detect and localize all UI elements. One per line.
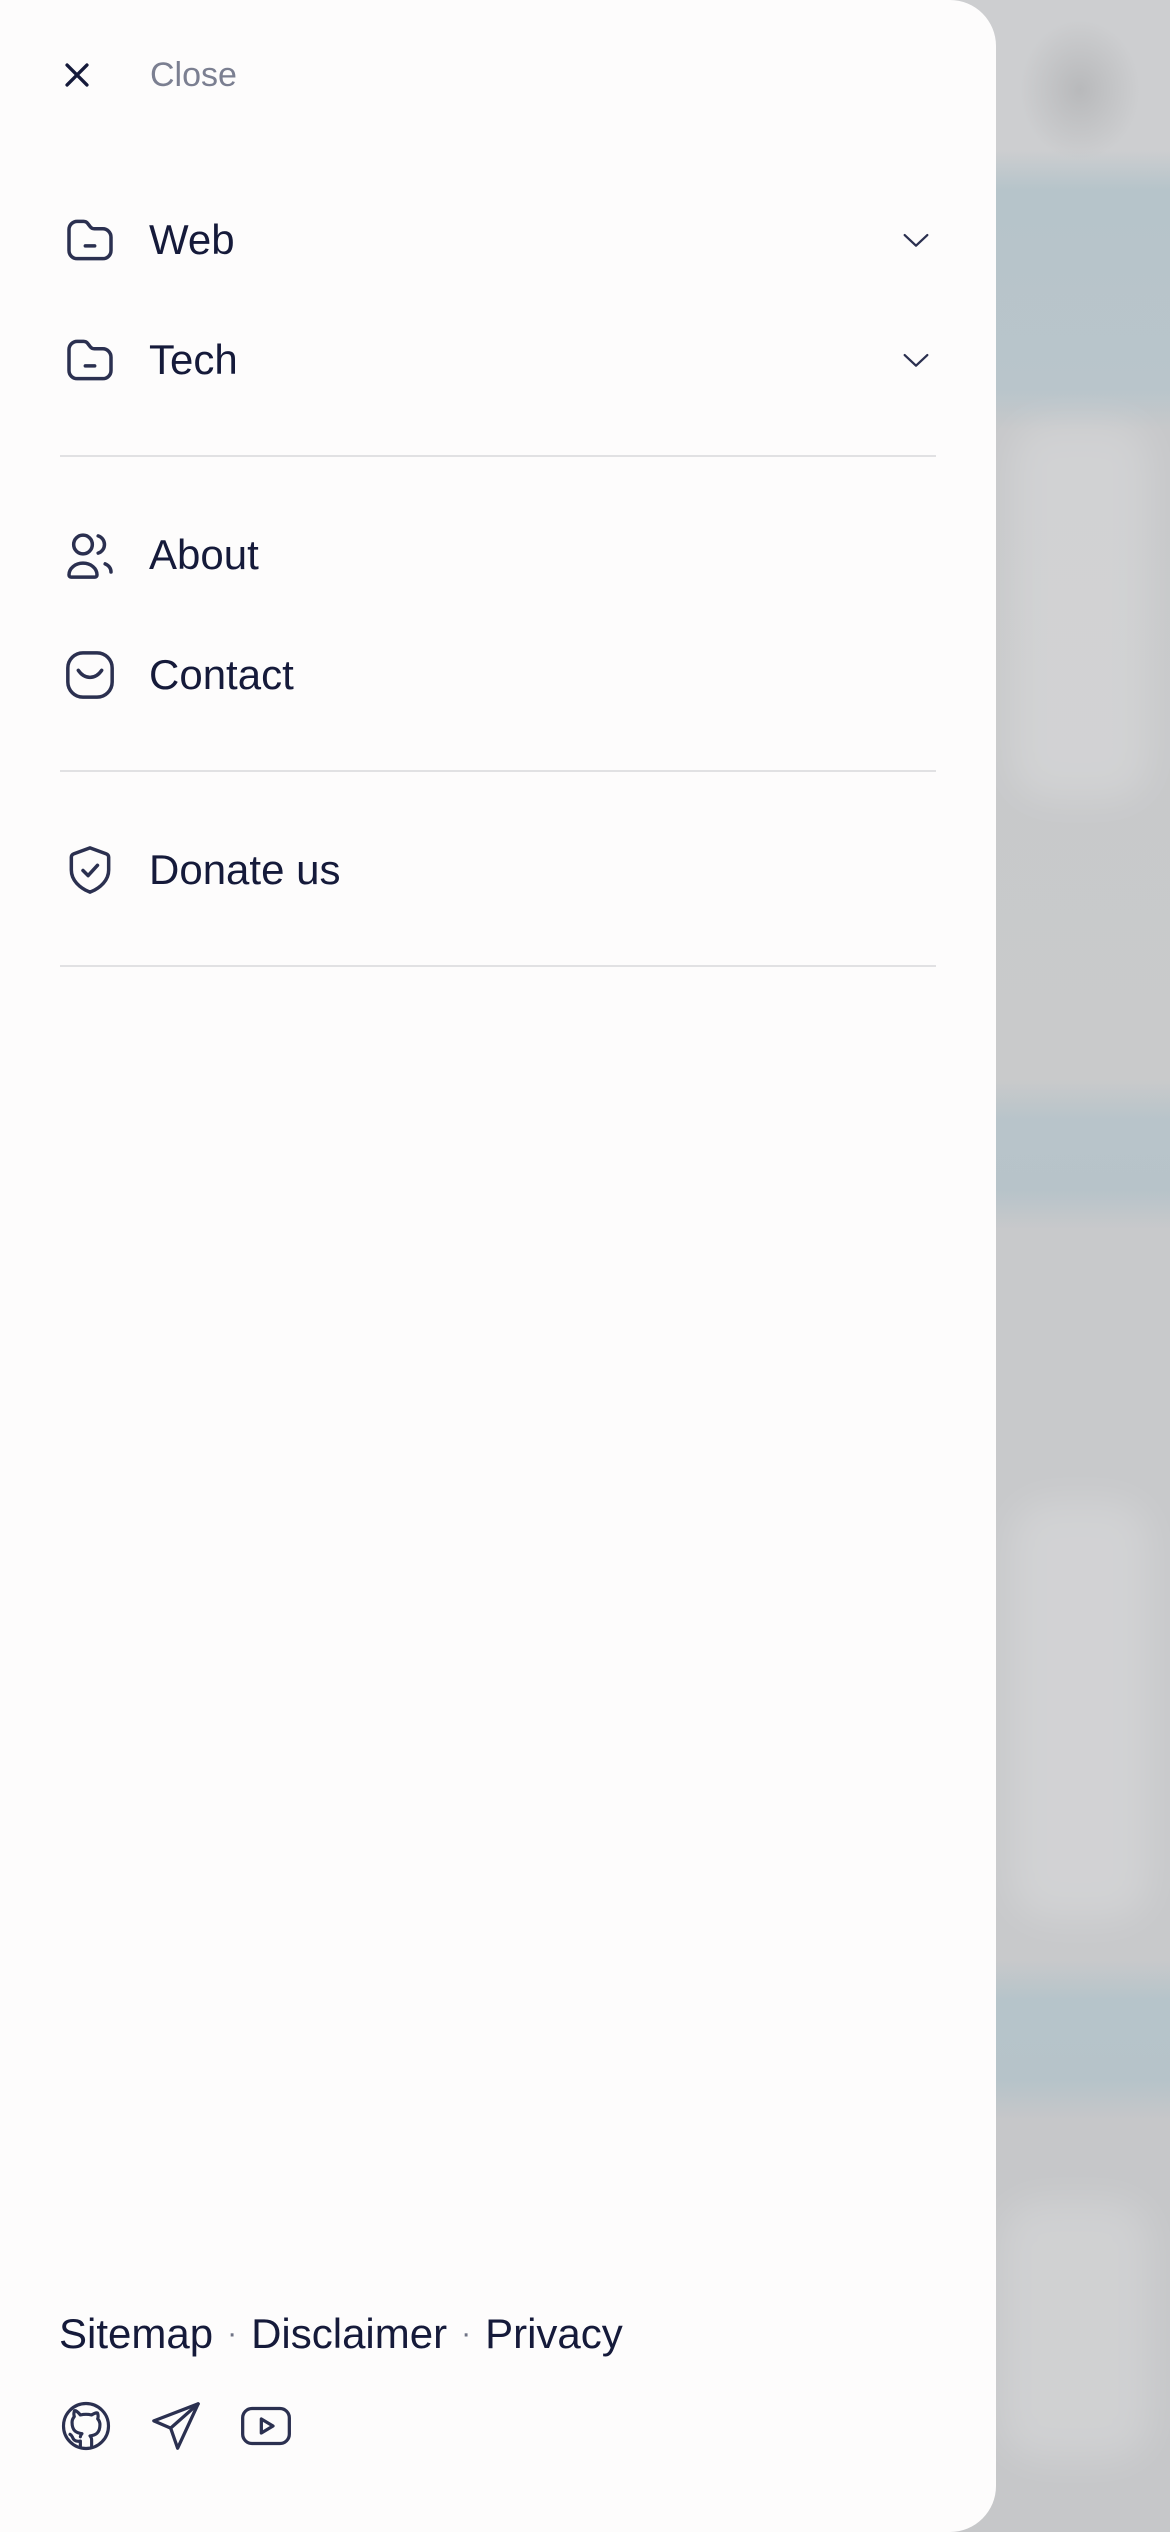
divider xyxy=(60,965,936,967)
menu-item-tech[interactable]: Tech xyxy=(60,310,936,410)
telegram-icon[interactable] xyxy=(148,2398,204,2454)
footer-separator: · xyxy=(227,2317,238,2350)
users-icon xyxy=(60,525,120,585)
mail-icon xyxy=(60,645,120,705)
menu-item-donate[interactable]: Donate us xyxy=(60,820,936,920)
github-icon[interactable] xyxy=(58,2398,114,2454)
shield-check-icon xyxy=(60,840,120,900)
menu-item-label: Web xyxy=(149,216,235,263)
menu-item-label: Tech xyxy=(149,336,238,383)
footer-link-disclaimer[interactable]: Disclaimer xyxy=(251,2310,447,2358)
menu-item-about[interactable]: About xyxy=(60,505,936,605)
footer-links: Sitemap · Disclaimer · Privacy xyxy=(59,2310,623,2358)
chevron-down-icon[interactable] xyxy=(896,340,936,380)
divider xyxy=(60,770,936,772)
close-icon xyxy=(60,43,124,107)
navigation-drawer: Close Web Tech About Contact Donate us S… xyxy=(0,0,996,2532)
menu-item-label: Donate us xyxy=(149,846,341,893)
social-links xyxy=(58,2398,328,2454)
chevron-down-icon[interactable] xyxy=(896,220,936,260)
menu-item-web[interactable]: Web xyxy=(60,190,936,290)
youtube-icon[interactable] xyxy=(238,2398,294,2454)
menu-item-label: About xyxy=(149,531,259,578)
footer-link-privacy[interactable]: Privacy xyxy=(485,2310,623,2358)
close-label: Close xyxy=(150,55,237,94)
folder-icon xyxy=(60,330,120,390)
folder-icon xyxy=(60,210,120,270)
footer-separator: · xyxy=(461,2317,472,2350)
divider xyxy=(60,455,936,457)
menu-item-contact[interactable]: Contact xyxy=(60,625,936,725)
close-button[interactable]: Close xyxy=(60,40,237,110)
footer-link-sitemap[interactable]: Sitemap xyxy=(59,2310,213,2358)
menu-item-label: Contact xyxy=(149,651,294,698)
